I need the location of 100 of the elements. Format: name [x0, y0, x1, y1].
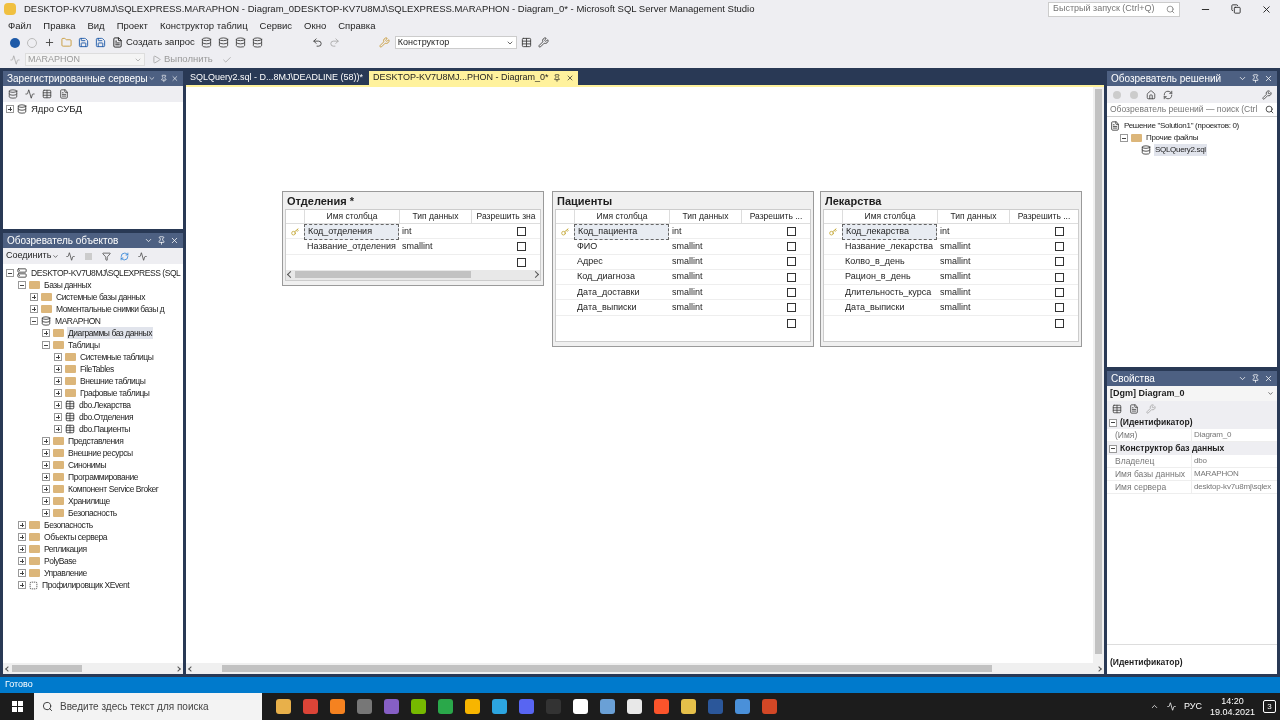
menu-item[interactable]: Окно — [298, 18, 333, 34]
collapse-icon[interactable] — [18, 281, 26, 289]
tree-item[interactable]: dbo.Пациенты — [78, 422, 132, 436]
filter-icon[interactable] — [99, 249, 114, 263]
expand-icon[interactable] — [30, 305, 38, 313]
activity-icon[interactable] — [135, 249, 150, 263]
configuration-combo[interactable]: Конструктор — [394, 36, 517, 49]
checkbox[interactable] — [517, 241, 526, 251]
collapse-icon[interactable] — [6, 269, 14, 277]
tree-item[interactable]: Хранилище — [67, 494, 111, 508]
expand-icon[interactable] — [18, 557, 26, 565]
dropdown-icon[interactable] — [1238, 74, 1247, 83]
checkbox[interactable] — [1055, 318, 1064, 328]
tree-item[interactable]: Таблицы — [67, 338, 101, 352]
checkbox[interactable] — [787, 303, 796, 313]
expand-icon[interactable] — [54, 353, 62, 361]
object-selector[interactable]: [Dgm] Diagram_0 — [1107, 386, 1277, 401]
table-cell[interactable]: smallint — [669, 239, 741, 254]
close-icon[interactable] — [1261, 3, 1272, 15]
table-cell[interactable]: smallint — [669, 300, 741, 315]
expand-icon[interactable] — [42, 509, 50, 517]
tree-item[interactable]: Системные базы данных — [55, 290, 147, 304]
tree-item[interactable]: Компонент Service Broker — [67, 482, 160, 496]
search-icon[interactable] — [1265, 105, 1274, 114]
table-cell[interactable]: smallint — [937, 285, 1009, 300]
menu-item[interactable]: Сервис — [253, 18, 299, 34]
pin-icon[interactable] — [159, 74, 168, 83]
dropdown-icon[interactable] — [1238, 374, 1247, 383]
table-cell[interactable]: smallint — [669, 270, 741, 284]
pin-icon[interactable] — [1251, 74, 1260, 83]
home-icon[interactable] — [1144, 87, 1158, 102]
menu-item[interactable]: Вид — [81, 18, 111, 34]
tree-item[interactable]: Управление — [43, 566, 88, 580]
pin-icon[interactable] — [553, 74, 562, 82]
dropdown-icon[interactable] — [144, 236, 153, 245]
expand-icon[interactable] — [54, 377, 62, 385]
collapse-icon[interactable] — [1109, 444, 1117, 453]
taskbar-search-field[interactable]: Введите здесь текст для поиска — [34, 693, 262, 720]
table-cell[interactable]: smallint — [937, 300, 1009, 315]
tree-item[interactable]: Диаграммы баз данных — [67, 326, 153, 340]
document-tab[interactable]: DESKTOP-KV7U8MJ...PHON - Diagram_0* — [369, 71, 579, 85]
tree-item[interactable]: Базы данных — [43, 278, 93, 292]
checkbox[interactable] — [1055, 241, 1064, 251]
table-cell[interactable]: Колво_в_день — [842, 254, 937, 269]
document-tab[interactable]: SQLQuery2.sql - D...8MJ\DEADLINE (58))* — [186, 71, 368, 85]
expand-icon[interactable] — [18, 581, 26, 589]
tree-item[interactable]: Объекты сервера — [43, 530, 108, 544]
tree-item[interactable]: Представления — [67, 434, 125, 448]
language-indicator[interactable]: РУС — [1183, 699, 1202, 714]
property-value[interactable]: desktop-kv7u8mj\sqlex — [1191, 481, 1277, 494]
checkbox[interactable] — [787, 318, 796, 328]
collapse-icon[interactable] — [1109, 418, 1117, 427]
tree-item[interactable]: Безопасность — [43, 518, 94, 532]
table-cell[interactable]: int — [669, 225, 741, 239]
tree-item[interactable]: Прочие файлы — [1145, 132, 1200, 144]
table-shape[interactable]: Отделения * Имя столбца Тип данных Разрешить зна Код_отделения int Название_отделения smallint — [282, 191, 544, 286]
tools-icon[interactable] — [536, 35, 551, 50]
expand-icon[interactable] — [42, 497, 50, 505]
expand-icon[interactable] — [18, 545, 26, 553]
table-cell[interactable]: Длительность_курса — [842, 285, 937, 300]
notification-badge[interactable]: 3 — [1263, 700, 1276, 713]
table-cell[interactable]: smallint — [669, 255, 741, 269]
tree-item[interactable]: MARAPHON — [54, 314, 102, 328]
property-value[interactable]: dbo — [1191, 455, 1277, 468]
horizontal-scrollbar[interactable] — [286, 269, 540, 280]
save-icon[interactable] — [76, 35, 90, 50]
table-cell[interactable]: Дата_выписки — [842, 300, 937, 315]
checkbox[interactable] — [787, 257, 796, 267]
tree-item[interactable]: FileTables — [79, 362, 115, 376]
tree-item[interactable]: Моментальные снимки базы д — [55, 302, 166, 316]
menu-item[interactable]: Конструктор таблиц — [153, 18, 254, 34]
table-shape[interactable]: Пациенты Имя столбца Тип данных Разрешить ... Код_пациента int ФИО smallint Адрес smallint Код_диагноза smallint Дата_доставки smallint Дата_выписки smallint — [552, 191, 814, 348]
checkbox[interactable] — [787, 241, 796, 251]
table-cell[interactable]: smallint — [937, 270, 1009, 284]
collapse-icon[interactable] — [42, 341, 50, 349]
horizontal-scrollbar[interactable] — [186, 663, 1104, 674]
tree-item[interactable]: dbo.Отделения — [78, 410, 135, 424]
expand-icon[interactable] — [42, 461, 50, 469]
expand-icon[interactable] — [42, 329, 50, 337]
tree-item[interactable]: DESKTOP-KV7U8MJ\SQLEXPRESS (SQL — [30, 266, 182, 280]
tree-item[interactable]: Внешние таблицы — [79, 374, 147, 388]
table-cell[interactable]: smallint — [399, 239, 471, 254]
expand-icon[interactable] — [54, 389, 62, 397]
checkbox[interactable] — [1055, 257, 1064, 267]
tree-item[interactable]: Программирование — [67, 470, 140, 484]
checkbox[interactable] — [1055, 287, 1064, 297]
tree-item[interactable]: Безопасность — [67, 506, 118, 520]
table-cell[interactable]: Код_отделения — [304, 224, 399, 240]
tree-item[interactable]: dbo.Лекарства — [78, 398, 132, 412]
table-cell[interactable]: smallint — [937, 239, 1009, 254]
checkbox[interactable] — [1055, 227, 1064, 237]
table-cell[interactable]: smallint — [669, 285, 741, 300]
checkbox[interactable] — [517, 227, 526, 237]
tree-item[interactable]: Решение "Solution1" (проектов: 0) — [1123, 120, 1240, 132]
table-cell[interactable]: Код_лекарства — [842, 224, 937, 240]
expand-icon[interactable] — [54, 413, 62, 421]
table-cell[interactable]: Код_диагноза — [574, 269, 669, 285]
table-cell[interactable]: Название_отделения — [304, 239, 399, 254]
expand-icon[interactable] — [18, 533, 26, 541]
tree-item[interactable]: Ядро СУБД — [30, 101, 83, 117]
